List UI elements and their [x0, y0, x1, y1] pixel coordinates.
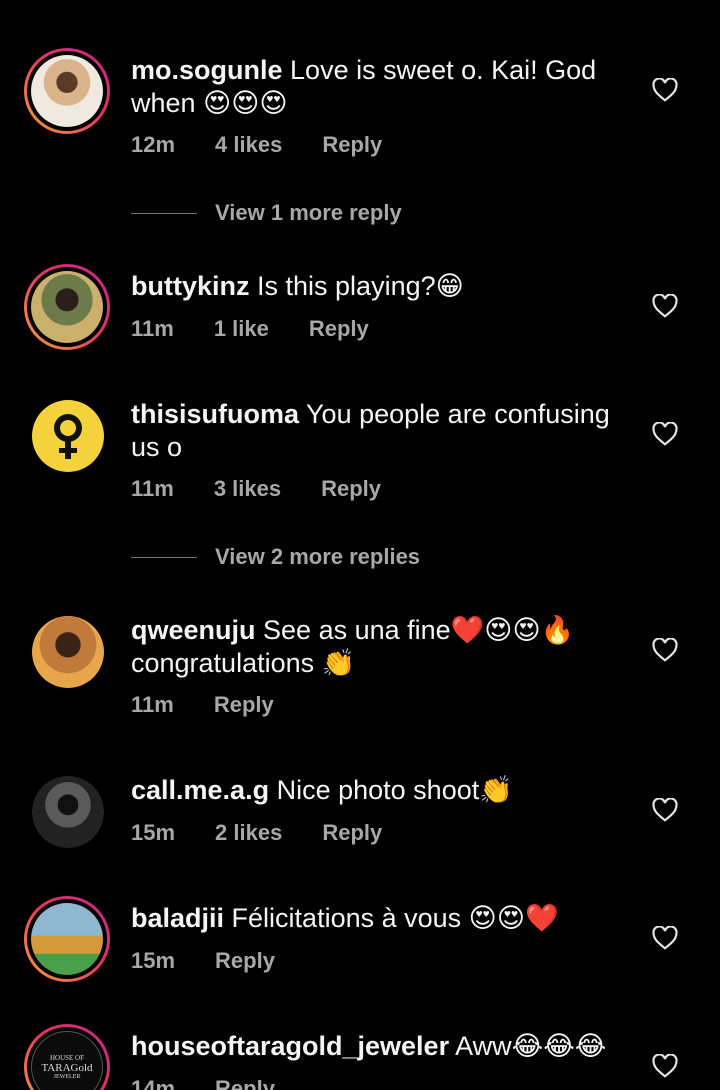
- comment-body: Is this playing?: [257, 271, 436, 301]
- avatar[interactable]: [24, 896, 110, 982]
- timestamp: 11m: [131, 316, 174, 341]
- reply-button[interactable]: Reply: [322, 132, 382, 158]
- comment-body: congratulations: [131, 648, 315, 678]
- username[interactable]: mo.sogunle: [131, 55, 283, 85]
- avatar[interactable]: [32, 616, 104, 688]
- username[interactable]: houseoftaragold_jeweler: [131, 1031, 449, 1061]
- heart-icon[interactable]: [652, 1054, 678, 1078]
- view-more-replies[interactable]: View 2 more replies: [131, 544, 420, 570]
- avatar[interactable]: [24, 264, 110, 350]
- logo-text: JEWELER: [53, 1074, 81, 1080]
- heart-icon[interactable]: [652, 926, 678, 950]
- feminism-symbol-icon: [54, 414, 82, 459]
- reply-button[interactable]: Reply: [322, 820, 382, 846]
- username[interactable]: qweenuju: [131, 615, 256, 645]
- likes-count[interactable]: 3 likes: [214, 476, 281, 502]
- emoji: 👏: [479, 775, 513, 806]
- likes-count[interactable]: 2 likes: [215, 820, 282, 846]
- reply-button[interactable]: Reply: [214, 692, 274, 718]
- timestamp: 11m: [131, 476, 174, 501]
- emoji: 😁: [435, 271, 464, 302]
- timestamp: 15m: [131, 948, 176, 973]
- heart-icon[interactable]: [652, 638, 678, 662]
- username[interactable]: call.me.a.g: [131, 775, 269, 805]
- timestamp: 11m: [131, 692, 174, 717]
- reply-button[interactable]: Reply: [215, 1076, 275, 1090]
- logo-text: HOUSE OF: [49, 1054, 85, 1062]
- timestamp: 12m: [131, 132, 176, 157]
- emoji: 😍😍😍: [203, 88, 288, 119]
- username[interactable]: baladjii: [131, 903, 224, 933]
- heart-icon[interactable]: [652, 294, 678, 318]
- timestamp: 14m: [131, 1076, 176, 1090]
- reply-button[interactable]: Reply: [215, 948, 275, 974]
- heart-icon[interactable]: [652, 798, 678, 822]
- avatar[interactable]: [24, 48, 110, 134]
- likes-count[interactable]: 4 likes: [215, 132, 282, 158]
- avatar[interactable]: [32, 400, 104, 472]
- username[interactable]: thisisufuoma: [131, 399, 299, 429]
- comment-body: See as una fine: [263, 615, 451, 645]
- comment-body: Nice photo shoot: [276, 775, 480, 805]
- username[interactable]: buttykinz: [131, 271, 250, 301]
- likes-count[interactable]: 1 like: [214, 316, 269, 342]
- avatar[interactable]: HOUSE OF TARAGold JEWELER: [24, 1024, 110, 1090]
- comment-text: mo.sogunle Love is sweet o. Kai! God whe…: [131, 54, 631, 120]
- emoji: 😍😍❤️: [468, 903, 559, 934]
- emoji: 👏: [321, 648, 356, 679]
- timestamp: 15m: [131, 820, 176, 845]
- view-more-replies[interactable]: View 1 more reply: [131, 200, 402, 226]
- emoji: 😂😂😂: [511, 1031, 607, 1062]
- logo-text: TARAGold: [41, 1062, 93, 1074]
- avatar[interactable]: [32, 776, 104, 848]
- emoji: ❤️😍😍🔥: [450, 615, 575, 646]
- heart-icon[interactable]: [652, 78, 678, 102]
- comment-body: Félicitations à vous: [231, 903, 462, 933]
- comment-body: Aww: [455, 1031, 512, 1061]
- reply-button[interactable]: Reply: [309, 316, 369, 342]
- heart-icon[interactable]: [652, 422, 678, 446]
- reply-button[interactable]: Reply: [321, 476, 381, 502]
